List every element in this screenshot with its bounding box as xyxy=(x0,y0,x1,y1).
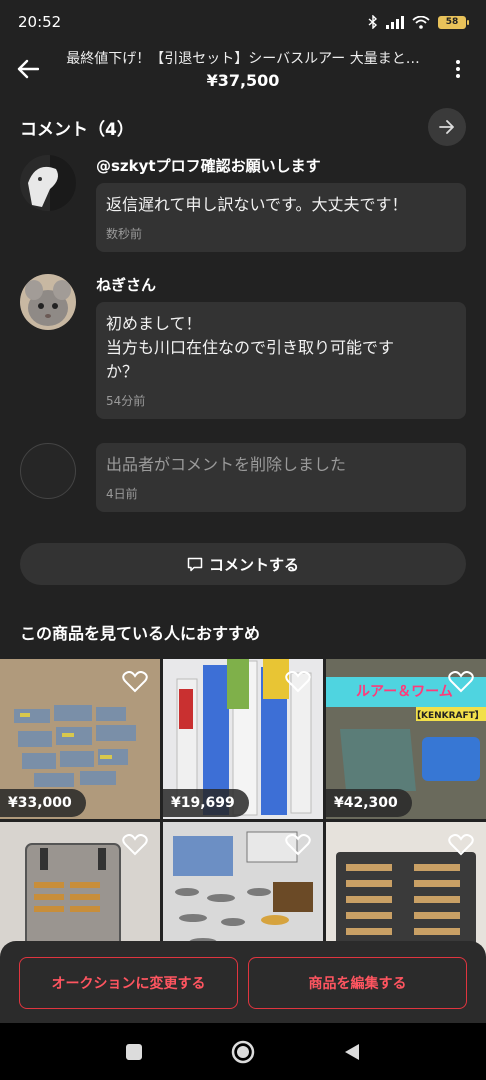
heart-icon[interactable] xyxy=(448,834,474,856)
price-tag: ¥19,699 xyxy=(163,789,249,817)
battery-icon: 58 xyxy=(438,15,469,29)
arrow-right-icon xyxy=(439,120,454,134)
price-tag: ¥33,000 xyxy=(0,789,86,817)
heart-icon[interactable] xyxy=(285,671,311,693)
recommend-title: この商品を見ている人におすすめ xyxy=(20,624,261,643)
header-titles: 最終値下げ！【引退セット】シーバスルアー 大量まと… ¥37,500 xyxy=(56,48,430,90)
recent-apps-icon[interactable] xyxy=(125,1043,143,1061)
product-banner-text: ルアー＆ワーム xyxy=(356,684,453,700)
heart-icon[interactable] xyxy=(122,834,148,856)
recommend-grid: ¥33,000 ¥19,699 ルアー＆ワーム 【KENKRAFT】 ¥42,3… xyxy=(0,659,486,982)
status-icons: 58 xyxy=(368,15,469,29)
system-nav-bar xyxy=(0,1023,486,1080)
avatar[interactable] xyxy=(20,155,76,211)
home-icon[interactable] xyxy=(231,1040,255,1064)
item-title: 最終値下げ！【引退セット】シーバスルアー 大量まと… xyxy=(66,51,420,67)
comment-item: @szkytプロフ確認お願いします 返信遅れて申し訳ないです。大丈夫です！ 数秒… xyxy=(20,155,466,252)
comment-author[interactable]: @szkytプロフ確認お願いします xyxy=(96,155,466,175)
avatar[interactable] xyxy=(20,274,76,330)
comment-deleted-text: 出品者がコメントを削除しました xyxy=(106,455,347,474)
edit-item-button[interactable]: 商品を編集する xyxy=(248,957,467,1009)
product-tile[interactable]: ¥33,000 xyxy=(0,659,160,819)
status-bar: 20:52 58 xyxy=(0,0,486,44)
comments-title: コメント（4） xyxy=(20,119,134,140)
product-banner-sub: 【KENKRAFT】 xyxy=(412,711,484,721)
more-menu-button[interactable] xyxy=(430,44,486,94)
comment-body: 出品者がコメントを削除しました 4日前 xyxy=(96,443,466,512)
heart-icon[interactable] xyxy=(285,834,311,856)
status-time: 20:52 xyxy=(18,13,62,31)
bottom-action-bar: オークションに変更する 商品を編集する xyxy=(0,941,486,1023)
comment-text: 返信遅れて申し訳ないです。大丈夫です！ xyxy=(106,195,408,214)
back-arrow-icon xyxy=(17,59,39,79)
comment-body: @szkytプロフ確認お願いします 返信遅れて申し訳ないです。大丈夫です！ 数秒… xyxy=(96,155,466,252)
back-nav-icon[interactable] xyxy=(343,1043,361,1061)
write-comment-label: コメントする xyxy=(208,555,299,574)
comment-bubble: 返信遅れて申し訳ないです。大丈夫です！ 数秒前 xyxy=(96,183,466,252)
comment-text: 初めまして！ 当方も川口在住なので引き取り可能です か？ xyxy=(106,314,395,381)
comment-body: ねぎさん 初めまして！ 当方も川口在住なので引き取り可能です か？ 54分前 xyxy=(96,274,466,419)
comments-header: コメント（4） xyxy=(20,108,466,146)
battery-level: 58 xyxy=(445,17,459,27)
write-comment-button[interactable]: コメントする xyxy=(20,543,466,585)
bluetooth-icon xyxy=(368,15,378,29)
comment-bubble: 出品者がコメントを削除しました 4日前 xyxy=(96,443,466,512)
comment-icon xyxy=(187,557,203,571)
item-price: ¥37,500 xyxy=(206,71,280,90)
wifi-icon xyxy=(412,15,430,29)
comments-more-button[interactable] xyxy=(428,108,466,146)
heart-icon[interactable] xyxy=(122,671,148,693)
more-vertical-icon xyxy=(456,60,460,78)
comment-time: 数秒前 xyxy=(106,227,143,241)
comment-author[interactable]: ねぎさん xyxy=(96,274,466,294)
comment-time: 4日前 xyxy=(106,487,138,501)
product-tile[interactable]: ルアー＆ワーム 【KENKRAFT】 ¥42,300 xyxy=(326,659,486,819)
comment-time: 54分前 xyxy=(106,394,146,408)
avatar-empty xyxy=(20,443,76,499)
price-tag: ¥42,300 xyxy=(326,789,412,817)
comment-item: ねぎさん 初めまして！ 当方も川口在住なので引き取り可能です か？ 54分前 xyxy=(20,274,466,419)
heart-icon[interactable] xyxy=(448,671,474,693)
change-to-auction-button[interactable]: オークションに変更する xyxy=(19,957,238,1009)
product-tile[interactable]: ¥19,699 xyxy=(163,659,323,819)
item-header: 最終値下げ！【引退セット】シーバスルアー 大量まと… ¥37,500 xyxy=(0,44,486,94)
comment-bubble: 初めまして！ 当方も川口在住なので引き取り可能です か？ 54分前 xyxy=(96,302,466,419)
comment-item-deleted: 出品者がコメントを削除しました 4日前 xyxy=(20,443,466,512)
back-button[interactable] xyxy=(0,44,56,94)
signal-icon xyxy=(386,15,404,29)
